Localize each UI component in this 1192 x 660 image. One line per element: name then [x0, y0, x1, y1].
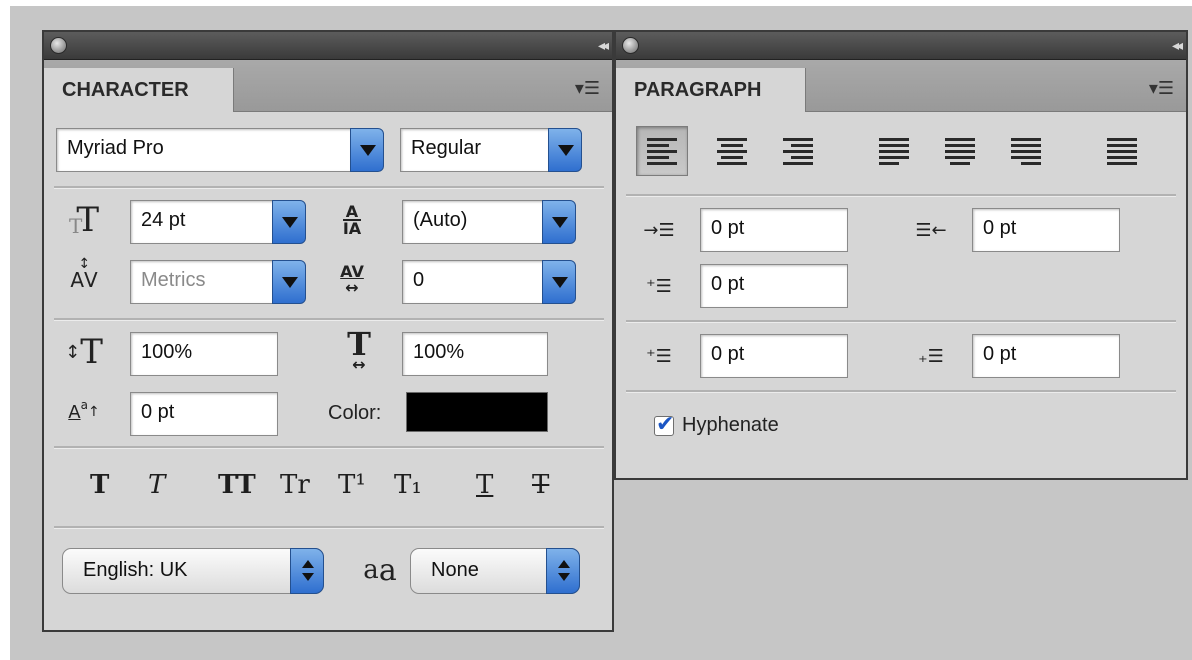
separator — [626, 390, 1176, 393]
updown-arrows-icon — [546, 548, 580, 594]
panel-menu-icon[interactable]: ▾☰ — [1149, 78, 1174, 99]
font-size-dropdown-button[interactable] — [272, 200, 306, 244]
hyphenate-label[interactable]: Hyphenate — [682, 414, 779, 437]
tab-character[interactable]: CHARACTER — [44, 68, 234, 112]
tracking-icon: AV ↔ — [340, 262, 364, 297]
separator — [54, 526, 604, 529]
paragraph-panel: ◂◂ PARAGRAPH ▾☰ →☰ 0 pt ☰← 0 pt ⁺☰ 0 pt … — [614, 30, 1188, 480]
indent-right-field[interactable]: 0 pt — [972, 208, 1120, 252]
horizontal-scale-field[interactable]: 100% — [402, 332, 548, 376]
small-caps-button[interactable]: Tr — [280, 470, 310, 500]
character-panel: ◂◂ CHARACTER ▾☰ Myriad Pro Regular TT 24… — [42, 30, 614, 632]
tab-paragraph[interactable]: PARAGRAPH — [616, 68, 806, 112]
font-size-field[interactable]: 24 pt — [130, 200, 274, 244]
subscript-button[interactable]: T₁ — [394, 470, 422, 500]
align-center-icon — [717, 136, 747, 166]
underline-button[interactable]: T — [476, 470, 493, 500]
indent-left-icon: →☰ — [643, 219, 675, 241]
antialias-popup[interactable]: None — [410, 548, 580, 594]
character-panel-titlebar[interactable]: ◂◂ — [44, 32, 612, 60]
space-after-icon: ₊☰ — [918, 345, 944, 367]
hyphenate-checkbox[interactable] — [654, 411, 674, 437]
space-after-field[interactable]: 0 pt — [972, 334, 1120, 378]
separator — [54, 186, 604, 189]
tracking-field[interactable]: 0 — [402, 260, 544, 304]
separator — [626, 320, 1176, 323]
collapse-icon[interactable]: ◂◂ — [1172, 37, 1183, 54]
paragraph-tab-strip: PARAGRAPH ▾☰ — [616, 60, 1186, 112]
align-right-icon — [783, 136, 813, 166]
workspace-background: ◂◂ CHARACTER ▾☰ Myriad Pro Regular TT 24… — [10, 6, 1192, 660]
language-value: English: UK — [83, 559, 188, 581]
leading-dropdown-button[interactable] — [542, 200, 576, 244]
antialias-value: None — [431, 559, 479, 581]
kerning-dropdown-button[interactable] — [272, 260, 306, 304]
space-before-field[interactable]: 0 pt — [700, 334, 848, 378]
horizontal-scale-icon: T ↔ — [347, 325, 371, 374]
font-family-field[interactable]: Myriad Pro — [56, 128, 352, 172]
align-left-button[interactable] — [636, 126, 688, 176]
indent-right-icon: ☰← — [915, 219, 947, 241]
kerning-icon: A ↕ V — [70, 256, 98, 292]
updown-arrows-icon — [290, 548, 324, 594]
align-center-button[interactable] — [706, 126, 758, 176]
font-style-field[interactable]: Regular — [400, 128, 550, 172]
separator — [626, 194, 1176, 197]
tracking-dropdown-button[interactable] — [542, 260, 576, 304]
character-tab-strip: CHARACTER ▾☰ — [44, 60, 612, 112]
leading-icon: A IA — [342, 202, 362, 238]
superscript-button[interactable]: T¹ — [338, 470, 366, 500]
indent-left-field[interactable]: 0 pt — [700, 208, 848, 252]
justify-last-right-icon — [1011, 136, 1041, 166]
font-family-dropdown-button[interactable] — [350, 128, 384, 172]
space-before-icon: ⁺☰ — [646, 345, 672, 367]
strikethrough-button[interactable]: T — [532, 470, 549, 500]
separator — [54, 446, 604, 449]
indent-first-line-icon: ⁺☰ — [646, 275, 672, 297]
vertical-scale-field[interactable]: 100% — [130, 332, 278, 376]
align-right-button[interactable] — [772, 126, 824, 176]
separator — [54, 318, 604, 321]
justify-all-icon — [1107, 136, 1137, 166]
font-style-dropdown-button[interactable] — [548, 128, 582, 172]
faux-italic-button[interactable]: T — [148, 470, 165, 500]
collapse-icon[interactable]: ◂◂ — [598, 37, 609, 54]
justify-all-button[interactable] — [1096, 126, 1148, 176]
faux-bold-button[interactable]: T — [90, 470, 109, 500]
vertical-scale-icon: ↕ T — [65, 332, 103, 372]
paragraph-panel-titlebar[interactable]: ◂◂ — [616, 32, 1186, 60]
justify-last-right-button[interactable] — [1000, 126, 1052, 176]
baseline-shift-field[interactable]: 0 pt — [130, 392, 278, 436]
antialias-icon: aa — [363, 552, 397, 588]
justify-last-center-icon — [945, 136, 975, 166]
baseline-shift-icon: Aa ↑ — [68, 398, 100, 423]
leading-field[interactable]: (Auto) — [402, 200, 544, 244]
indent-first-line-field[interactable]: 0 pt — [700, 264, 848, 308]
all-caps-button[interactable]: TT — [218, 470, 256, 500]
kerning-field[interactable]: Metrics — [130, 260, 274, 304]
justify-last-left-icon — [879, 136, 909, 166]
justify-last-center-button[interactable] — [934, 126, 986, 176]
justify-last-left-button[interactable] — [868, 126, 920, 176]
color-swatch[interactable] — [406, 392, 548, 432]
language-popup[interactable]: English: UK — [62, 548, 324, 594]
close-icon[interactable] — [622, 37, 639, 54]
align-left-icon — [647, 136, 677, 166]
panel-menu-icon[interactable]: ▾☰ — [575, 78, 600, 99]
font-size-icon: TT — [68, 200, 100, 240]
close-icon[interactable] — [50, 37, 67, 54]
color-label: Color: — [328, 402, 382, 424]
